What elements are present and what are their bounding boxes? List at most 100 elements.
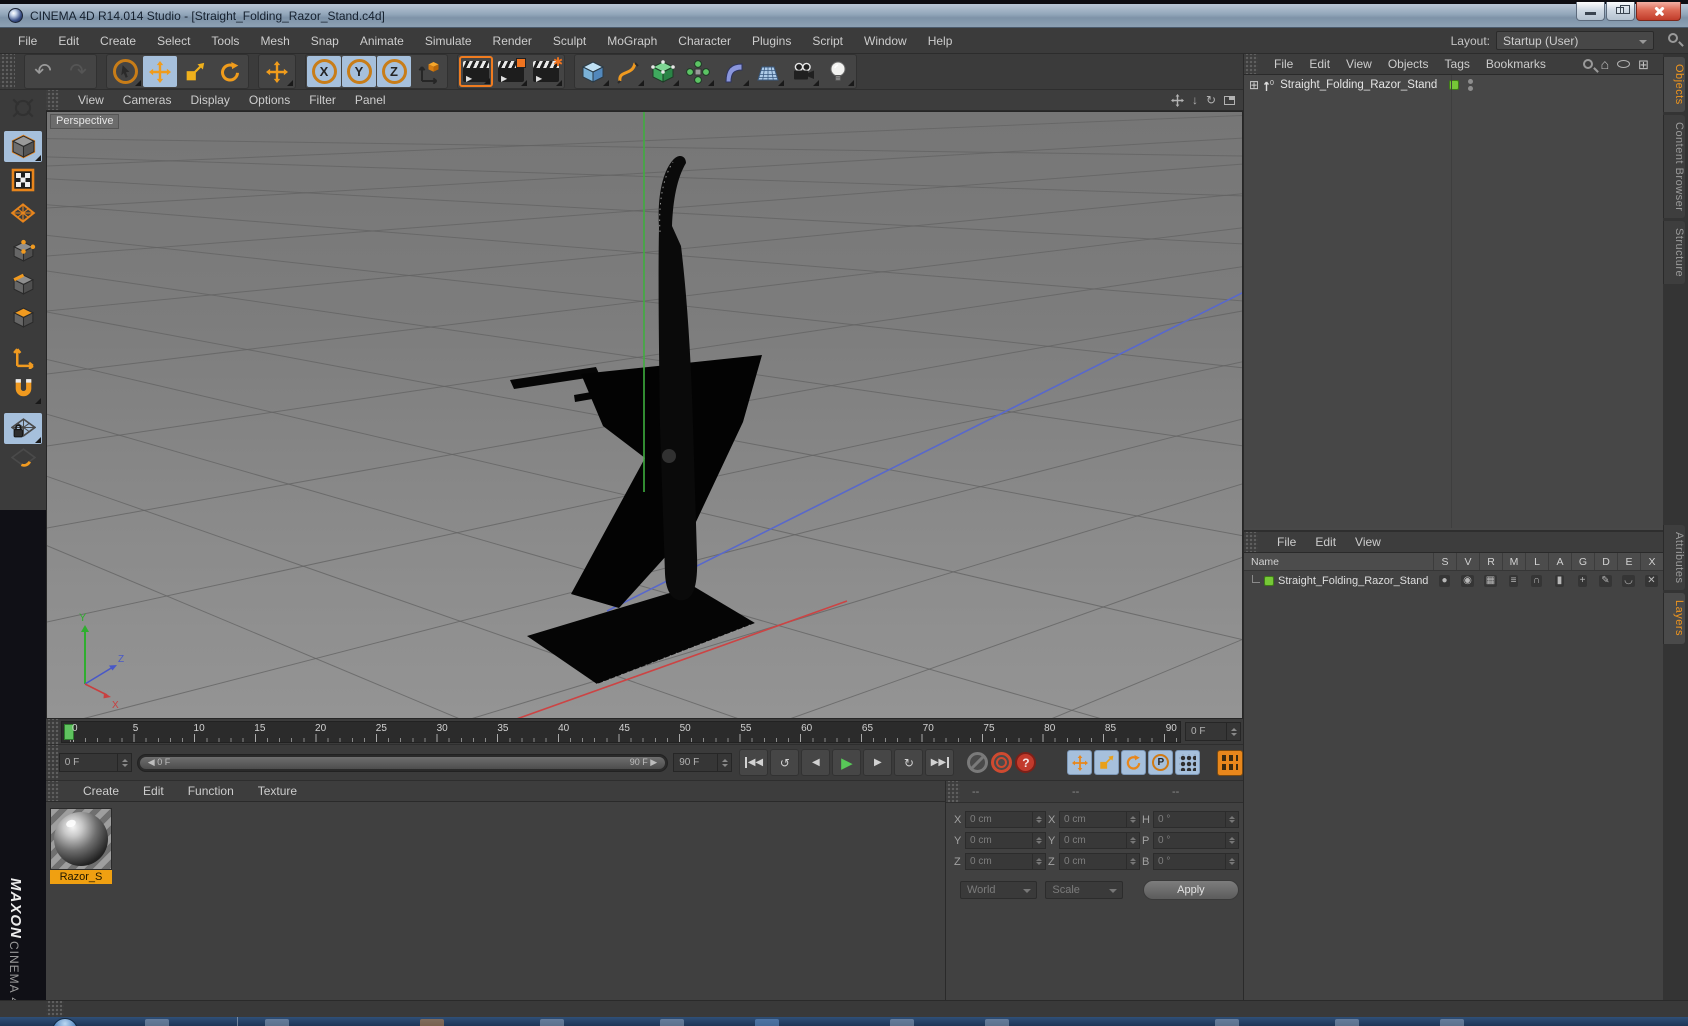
column-header[interactable]: X — [1640, 553, 1663, 570]
menu-item[interactable]: Tools — [211, 34, 239, 48]
status-grip[interactable] — [46, 1001, 64, 1017]
workplane-snap-button[interactable] — [4, 446, 42, 468]
rot-p-field[interactable]: 0 ° — [1153, 832, 1239, 849]
key-position-button[interactable] — [1067, 750, 1093, 775]
layer-toggle-icon[interactable]: ◉ — [1456, 571, 1479, 590]
edges-mode-button[interactable] — [4, 269, 42, 300]
scale-x-field[interactable]: 0 cm — [1059, 811, 1140, 828]
add-cloner-button[interactable] — [681, 56, 715, 87]
pos-z-field[interactable]: 0 cm — [965, 853, 1046, 870]
loop-mode-button[interactable]: ↻ — [894, 749, 924, 776]
undo-button[interactable]: ↶ — [26, 56, 60, 87]
add-floor-button[interactable] — [751, 56, 785, 87]
material-menu-item[interactable]: Function — [188, 784, 234, 798]
lock-workplane-button[interactable] — [4, 413, 42, 444]
lock-x-axis-button[interactable]: X — [307, 56, 341, 87]
om-filter-eye-icon[interactable] — [1617, 60, 1631, 68]
coordinate-system-dropdown[interactable]: World — [960, 881, 1038, 899]
viewport-move-icon[interactable] — [1170, 93, 1184, 107]
panel-tab[interactable]: Content Browser — [1663, 114, 1685, 219]
key-pla-button[interactable] — [1175, 750, 1201, 775]
record-disabled-button[interactable] — [967, 752, 989, 773]
pos-x-field[interactable]: 0 cm — [965, 811, 1046, 828]
material-grip[interactable] — [46, 781, 59, 801]
menu-item[interactable]: Character — [678, 34, 731, 48]
live-selection-button[interactable] — [108, 56, 142, 87]
timeline-ruler[interactable]: 0 5 10 15 20 25 30 35 40 45 50 55 60 65 70 75 80 85 90 — [61, 720, 1181, 743]
play-reverse-button[interactable]: ↺ — [770, 749, 800, 776]
column-header[interactable]: L — [1525, 553, 1548, 570]
viewport-maximize-icon[interactable] — [1224, 95, 1235, 105]
panel-tab[interactable]: Attributes — [1663, 525, 1685, 591]
layer-toggle-icon[interactable]: ◡ — [1617, 571, 1640, 590]
layer-toggle-icon[interactable]: ▦ — [1479, 571, 1502, 590]
visibility-dots[interactable] — [1468, 79, 1474, 91]
restore-button[interactable] — [1606, 2, 1635, 21]
key-rotation-button[interactable] — [1121, 750, 1147, 775]
menu-item[interactable]: Help — [928, 34, 953, 48]
menu-item[interactable]: Sculpt — [553, 34, 586, 48]
layer-menu-item[interactable]: Edit — [1315, 535, 1336, 549]
column-header[interactable]: D — [1594, 553, 1617, 570]
end-frame-spinner[interactable]: 90 F — [673, 753, 733, 772]
key-parameter-button[interactable]: P — [1148, 750, 1174, 775]
column-header[interactable]: G — [1571, 553, 1594, 570]
material-name[interactable]: Razor_S — [50, 870, 112, 884]
key-scale-button[interactable] — [1094, 750, 1120, 775]
menu-item[interactable]: Simulate — [425, 34, 472, 48]
coordinate-system-button[interactable] — [412, 56, 446, 87]
add-spline-button[interactable] — [611, 56, 645, 87]
panel-tab[interactable]: Structure — [1663, 221, 1685, 285]
timeline-grip[interactable] — [46, 719, 59, 744]
transport-grip[interactable] — [46, 745, 59, 780]
menu-item[interactable]: Mesh — [260, 34, 289, 48]
layer-color-swatch[interactable] — [1264, 575, 1274, 586]
taskbar-icon[interactable] — [890, 1019, 914, 1026]
material-menu-item[interactable]: Edit — [143, 784, 164, 798]
perspective-viewport[interactable]: Perspective Y Z X — [46, 111, 1243, 719]
previous-frame-button[interactable]: ◀ — [801, 749, 831, 776]
menu-item[interactable]: MoGraph — [607, 34, 657, 48]
axis-mode-button[interactable] — [4, 341, 42, 372]
menu-item[interactable]: File — [18, 34, 37, 48]
menu-item[interactable]: Snap — [311, 34, 339, 48]
model-mode-button[interactable] — [4, 131, 42, 162]
viewport-menu-item[interactable]: Cameras — [123, 93, 172, 107]
viewport-menu-grip[interactable] — [46, 90, 59, 110]
frame-range-bar[interactable]: ◀ 0 F 90 F ▶ — [139, 756, 666, 769]
workplane-mode-button[interactable] — [4, 197, 42, 228]
windows-taskbar[interactable] — [0, 1017, 1688, 1026]
viewport-menu-item[interactable]: View — [78, 93, 104, 107]
om-search-icon[interactable] — [1582, 59, 1593, 69]
column-header[interactable]: S — [1433, 553, 1456, 570]
layer-toggle-icon[interactable]: ✕ — [1640, 571, 1663, 590]
redo-button[interactable]: ↷ — [61, 56, 95, 87]
goto-end-button[interactable]: ▶▶ — [925, 749, 955, 776]
keyframe-selection-button[interactable] — [1217, 749, 1243, 776]
render-view-button[interactable] — [459, 56, 493, 87]
minimize-button[interactable] — [1576, 2, 1605, 21]
menu-item[interactable]: Select — [157, 34, 190, 48]
add-light-button[interactable] — [821, 56, 855, 87]
taskbar-icon[interactable] — [1215, 1019, 1239, 1026]
close-button[interactable] — [1636, 2, 1681, 21]
material-menu-item[interactable]: Create — [83, 784, 119, 798]
object-manager-menu-item[interactable]: Bookmarks — [1486, 57, 1546, 71]
autokey-button[interactable] — [991, 752, 1013, 773]
rot-b-field[interactable]: 0 ° — [1153, 853, 1239, 870]
material-thumbnail[interactable] — [50, 808, 112, 870]
taskbar-icon[interactable] — [145, 1019, 169, 1026]
layer-toggle-icon[interactable]: ∩ — [1525, 571, 1548, 590]
render-settings-button[interactable]: ✱ — [529, 55, 563, 87]
apply-button[interactable]: Apply — [1142, 880, 1240, 900]
lock-z-axis-button[interactable]: Z — [377, 56, 411, 87]
add-cube-button[interactable] — [576, 56, 610, 87]
column-header[interactable]: E — [1617, 553, 1640, 570]
menu-item[interactable]: Window — [864, 34, 907, 48]
scale-tool-button[interactable] — [178, 56, 212, 87]
column-header[interactable]: V — [1456, 553, 1479, 570]
snap-button[interactable] — [4, 374, 42, 405]
column-header[interactable]: M — [1502, 553, 1525, 570]
layer-toggle-icon[interactable]: ▮ — [1548, 571, 1571, 590]
frame-range-slider[interactable]: ◀ 0 F 90 F ▶ — [136, 753, 669, 772]
